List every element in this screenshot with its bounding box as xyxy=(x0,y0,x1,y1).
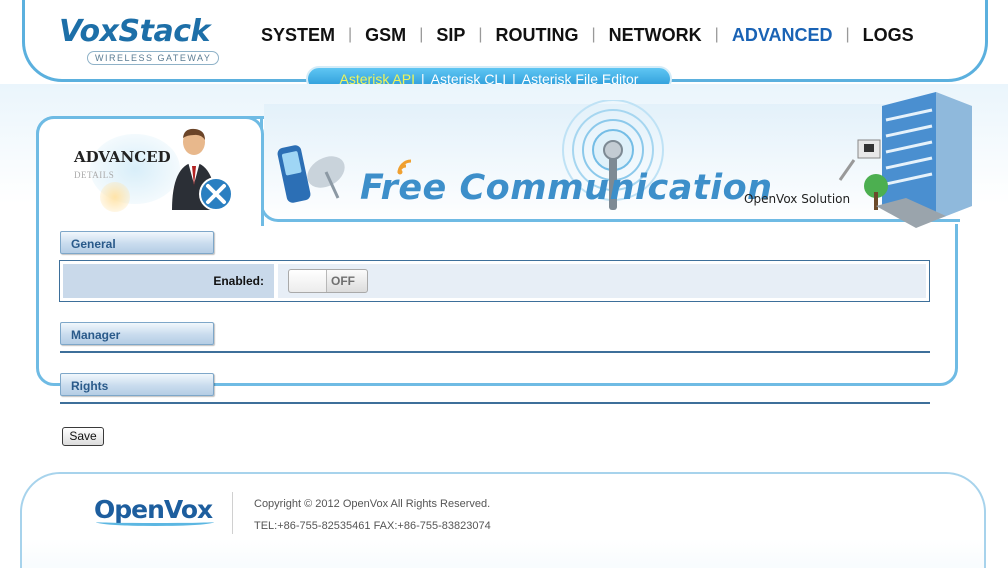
enabled-label: Enabled: xyxy=(63,264,274,298)
nav-gsm[interactable]: GSM xyxy=(354,25,417,46)
toggle-knob[interactable] xyxy=(289,270,327,292)
brand-tagline: WIRELESS GATEWAY xyxy=(87,51,220,65)
nav-logs[interactable]: LOGS xyxy=(852,25,925,46)
footer-divider xyxy=(232,492,233,534)
nav-separator: | xyxy=(714,26,719,43)
nav-separator: | xyxy=(419,26,424,43)
general-settings-table: Enabled: OFF xyxy=(59,260,930,302)
nav-separator: | xyxy=(591,26,596,43)
section-general-button[interactable]: General xyxy=(60,231,214,254)
footer-copyright: Copyright © 2012 OpenVox All Rights Rese… xyxy=(254,498,491,510)
banner-subheading: OpenVox Solution xyxy=(744,192,851,206)
brand-logo[interactable]: VoxStack WIRELESS GATEWAY xyxy=(59,14,239,70)
section-rights-divider xyxy=(60,402,930,404)
nav-advanced[interactable]: ADVANCED xyxy=(721,25,844,46)
toggle-state-label: OFF xyxy=(331,274,355,288)
section-manager-button[interactable]: Manager xyxy=(60,322,214,345)
section-manager-divider xyxy=(60,351,930,353)
footer-logo-swoosh xyxy=(96,518,214,526)
enabled-toggle[interactable]: OFF xyxy=(288,269,368,293)
enabled-value-cell: OFF xyxy=(278,264,926,298)
nav-routing[interactable]: ROUTING xyxy=(485,25,590,46)
banner-headline: Free Communication xyxy=(360,168,773,208)
brand-name: VoxStack xyxy=(59,14,210,49)
mobile-phone-satellite-icon xyxy=(277,145,345,203)
page-title: ADVANCED xyxy=(74,148,171,166)
nav-separator: | xyxy=(348,26,353,43)
businessman-tools-icon xyxy=(172,128,233,211)
section-rights-button[interactable]: Rights xyxy=(60,373,214,396)
main-nav: SYSTEM | GSM | SIP | ROUTING | NETWORK |… xyxy=(250,23,925,47)
footer-contact: TEL:+86-755-82535461 FAX:+86-755-8382307… xyxy=(254,520,491,532)
nav-network[interactable]: NETWORK xyxy=(598,25,713,46)
page-subtitle: DETAILS xyxy=(74,170,115,180)
save-button[interactable]: Save xyxy=(62,427,104,446)
nav-system[interactable]: SYSTEM xyxy=(250,25,346,46)
nav-separator: | xyxy=(478,26,483,43)
nav-sip[interactable]: SIP xyxy=(425,25,476,46)
page-tab-light xyxy=(100,182,130,212)
office-building-network-icon xyxy=(838,92,972,228)
nav-separator: | xyxy=(845,26,850,43)
